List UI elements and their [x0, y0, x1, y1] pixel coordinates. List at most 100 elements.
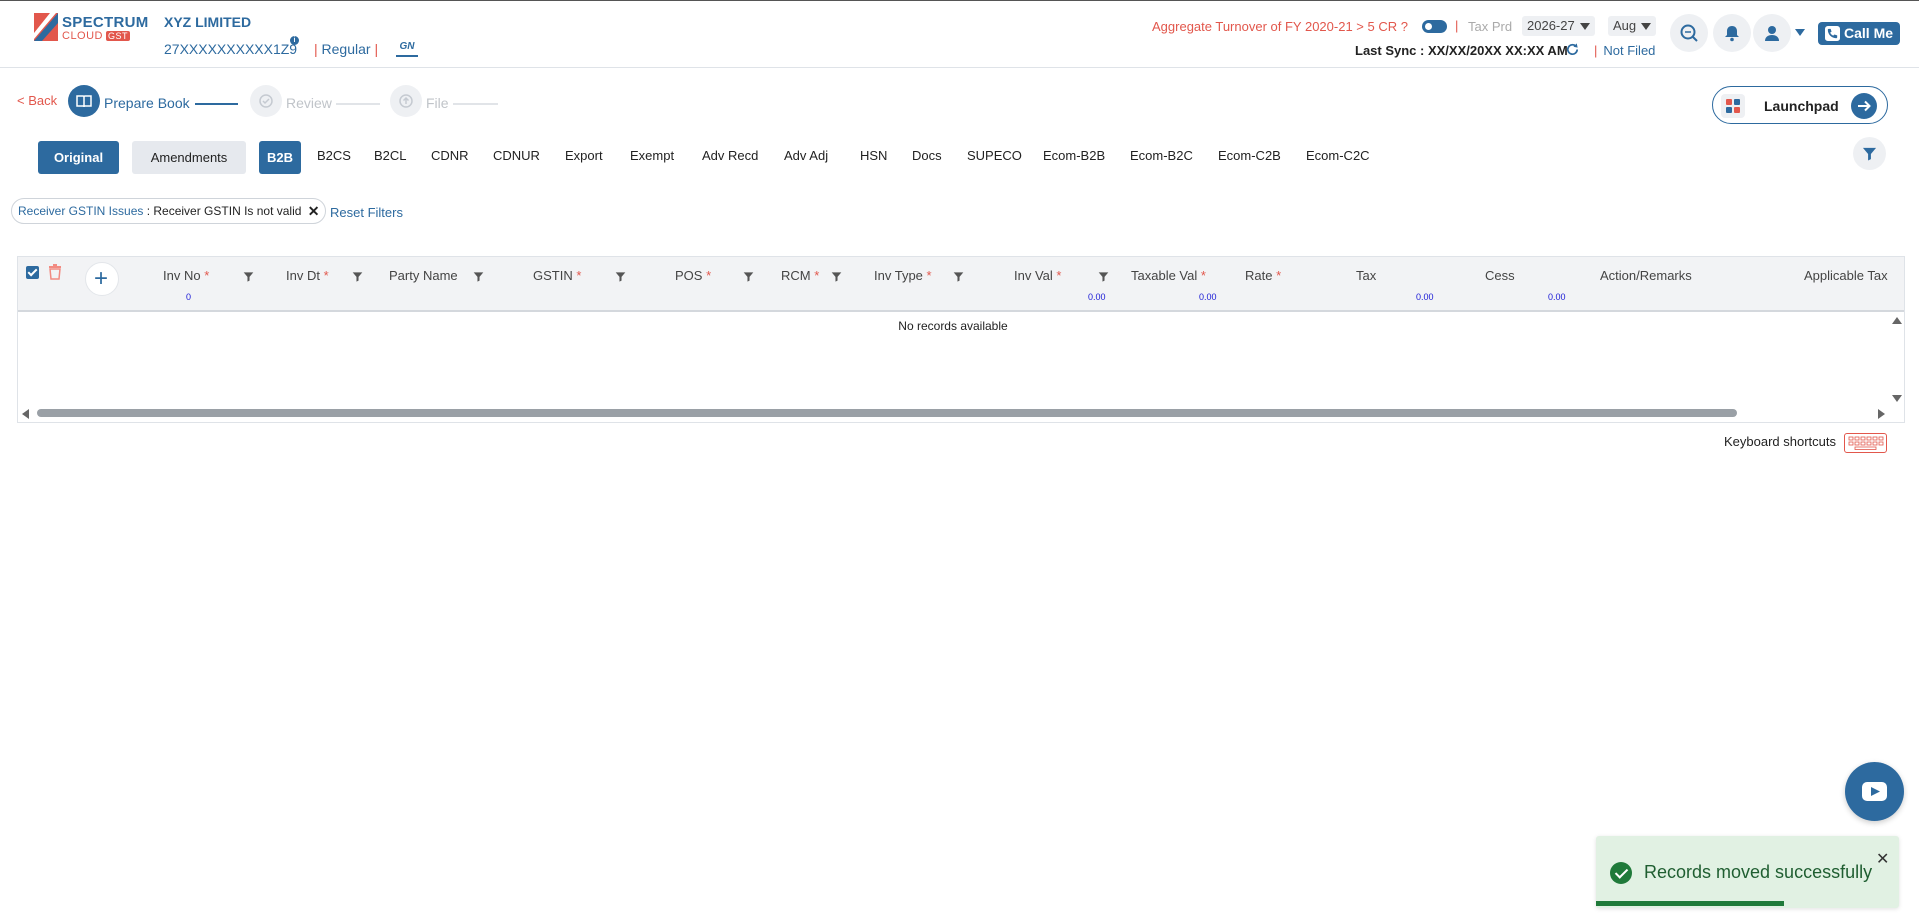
- col-rate[interactable]: Rate *: [1245, 268, 1281, 283]
- filter-icon[interactable]: [615, 271, 626, 282]
- scroll-left-arrow[interactable]: [22, 409, 29, 419]
- company-name[interactable]: XYZ LIMITED: [164, 14, 251, 30]
- turnover-question: Aggregate Turnover of FY 2020-21 > 5 CR …: [1152, 19, 1408, 34]
- month-select[interactable]: Aug: [1608, 16, 1657, 36]
- tab-b2cs[interactable]: B2CS: [317, 148, 351, 163]
- col-rcm[interactable]: RCM *: [781, 268, 819, 283]
- total-inv-val: 0.00: [1088, 292, 1106, 302]
- tab-ecom-b2c[interactable]: Ecom-B2C: [1130, 148, 1193, 163]
- book-icon: [76, 95, 92, 108]
- check-circle-icon: [259, 94, 273, 108]
- step-label-prepare-book[interactable]: Prepare Book: [104, 95, 190, 111]
- filter-button[interactable]: [1853, 137, 1886, 170]
- tab-hsn[interactable]: HSN: [860, 148, 887, 163]
- last-sync-text: Last Sync : XX/XX/20XX XX:XX AM: [1355, 43, 1568, 58]
- step-review[interactable]: [250, 85, 282, 117]
- video-help-button[interactable]: [1845, 762, 1904, 821]
- trash-icon[interactable]: [48, 264, 62, 280]
- turnover-toggle[interactable]: [1422, 20, 1447, 33]
- play-icon: [1862, 782, 1887, 801]
- col-pos[interactable]: POS *: [675, 268, 711, 283]
- step-prepare-book[interactable]: [68, 85, 100, 117]
- gstn-icon[interactable]: GN: [396, 41, 418, 57]
- phone-icon: [1825, 26, 1840, 41]
- col-inv-dt[interactable]: Inv Dt *: [286, 268, 329, 283]
- refresh-icon[interactable]: [1565, 42, 1580, 57]
- tab-export[interactable]: Export: [565, 148, 603, 163]
- tab-supeco[interactable]: SUPECO: [967, 148, 1022, 163]
- user-icon: [1765, 26, 1779, 41]
- tab-cdnur[interactable]: CDNUR: [493, 148, 540, 163]
- tab-adv-recd[interactable]: Adv Recd: [702, 148, 758, 163]
- filter-icon[interactable]: [1098, 271, 1109, 282]
- plus-icon: +: [94, 265, 109, 292]
- empty-message: No records available: [898, 319, 1008, 333]
- col-party-name[interactable]: Party Name: [389, 268, 458, 283]
- col-inv-no[interactable]: Inv No *: [163, 268, 209, 283]
- logo-gst-badge: GST: [106, 31, 131, 41]
- tab-cdnr[interactable]: CDNR: [431, 148, 469, 163]
- filter-icon[interactable]: [953, 271, 964, 282]
- col-applicable-tax[interactable]: Applicable Tax: [1804, 268, 1888, 283]
- tab-b2b[interactable]: B2B: [259, 141, 302, 174]
- select-all-checkbox[interactable]: [26, 266, 39, 279]
- close-icon[interactable]: ✕: [308, 199, 320, 223]
- tab-amendments[interactable]: Amendments: [132, 141, 246, 174]
- col-inv-val[interactable]: Inv Val *: [1014, 268, 1061, 283]
- tax-period-label: Tax Prd: [1468, 19, 1513, 34]
- scroll-right-arrow[interactable]: [1878, 409, 1885, 419]
- tab-exempt[interactable]: Exempt: [630, 148, 674, 163]
- filter-chip: Receiver GSTIN Issues : Receiver GSTIN I…: [11, 198, 327, 224]
- tab-docs[interactable]: Docs: [912, 148, 942, 163]
- back-link[interactable]: < Back: [17, 93, 57, 108]
- notifications-button[interactable]: [1713, 14, 1751, 52]
- col-inv-type[interactable]: Inv Type *: [874, 268, 932, 283]
- step-connector: [336, 103, 380, 105]
- tab-ecom-b2b[interactable]: Ecom-B2B: [1043, 148, 1105, 163]
- add-row-button[interactable]: +: [85, 262, 119, 296]
- filter-icon[interactable]: [743, 271, 754, 282]
- call-me-button[interactable]: Call Me: [1818, 22, 1900, 45]
- grid-header: + Inv No * Inv Dt * Party Name GSTIN * P…: [18, 257, 1904, 312]
- divider: |: [1455, 18, 1459, 33]
- search-icon: [1680, 24, 1698, 42]
- logo-mark-icon: [34, 13, 58, 41]
- launchpad-button[interactable]: Launchpad: [1712, 86, 1888, 124]
- col-tax[interactable]: Tax: [1356, 268, 1376, 283]
- tab-b2cl[interactable]: B2CL: [374, 148, 407, 163]
- step-connector: [195, 103, 238, 105]
- horizontal-scrollbar[interactable]: [37, 409, 1737, 417]
- user-menu-button[interactable]: [1753, 14, 1791, 52]
- info-icon[interactable]: i: [290, 36, 299, 45]
- chevron-down-icon[interactable]: [1795, 29, 1805, 36]
- filter-chip-key: Receiver GSTIN Issues: [18, 204, 144, 218]
- step-label-file[interactable]: File: [426, 95, 449, 111]
- reset-filters-link[interactable]: Reset Filters: [330, 205, 403, 220]
- col-gstin[interactable]: GSTIN *: [533, 268, 581, 283]
- step-label-review[interactable]: Review: [286, 95, 332, 111]
- filter-icon[interactable]: [243, 271, 254, 282]
- keyboard-icon[interactable]: [1844, 433, 1887, 453]
- tab-adv-adj[interactable]: Adv Adj: [784, 148, 828, 163]
- total-taxable-val: 0.00: [1199, 292, 1217, 302]
- col-cess[interactable]: Cess: [1485, 268, 1515, 283]
- tab-ecom-c2b[interactable]: Ecom-C2B: [1218, 148, 1281, 163]
- keyboard-shortcuts-label[interactable]: Keyboard shortcuts: [1724, 434, 1836, 449]
- fiscal-year-select[interactable]: 2026-27: [1522, 16, 1595, 36]
- bell-icon: [1725, 26, 1739, 42]
- col-action-remarks[interactable]: Action/Remarks: [1600, 268, 1692, 283]
- col-taxable-val[interactable]: Taxable Val *: [1131, 268, 1206, 283]
- step-file[interactable]: [390, 85, 422, 117]
- tab-original[interactable]: Original: [38, 141, 119, 174]
- tab-ecom-c2c[interactable]: Ecom-C2C: [1306, 148, 1370, 163]
- filter-icon[interactable]: [473, 271, 484, 282]
- spectrum-logo[interactable]: SPECTRUM CLOUD GST: [34, 11, 148, 45]
- invoice-grid: + Inv No * Inv Dt * Party Name GSTIN * P…: [17, 256, 1905, 423]
- search-button[interactable]: [1670, 14, 1708, 52]
- toast-message: Records moved successfully: [1644, 862, 1873, 882]
- filter-icon[interactable]: [352, 271, 363, 282]
- scroll-up-arrow[interactable]: [1892, 317, 1902, 324]
- close-icon[interactable]: ✕: [1876, 849, 1889, 869]
- scroll-down-arrow[interactable]: [1892, 395, 1902, 402]
- filter-icon[interactable]: [831, 271, 842, 282]
